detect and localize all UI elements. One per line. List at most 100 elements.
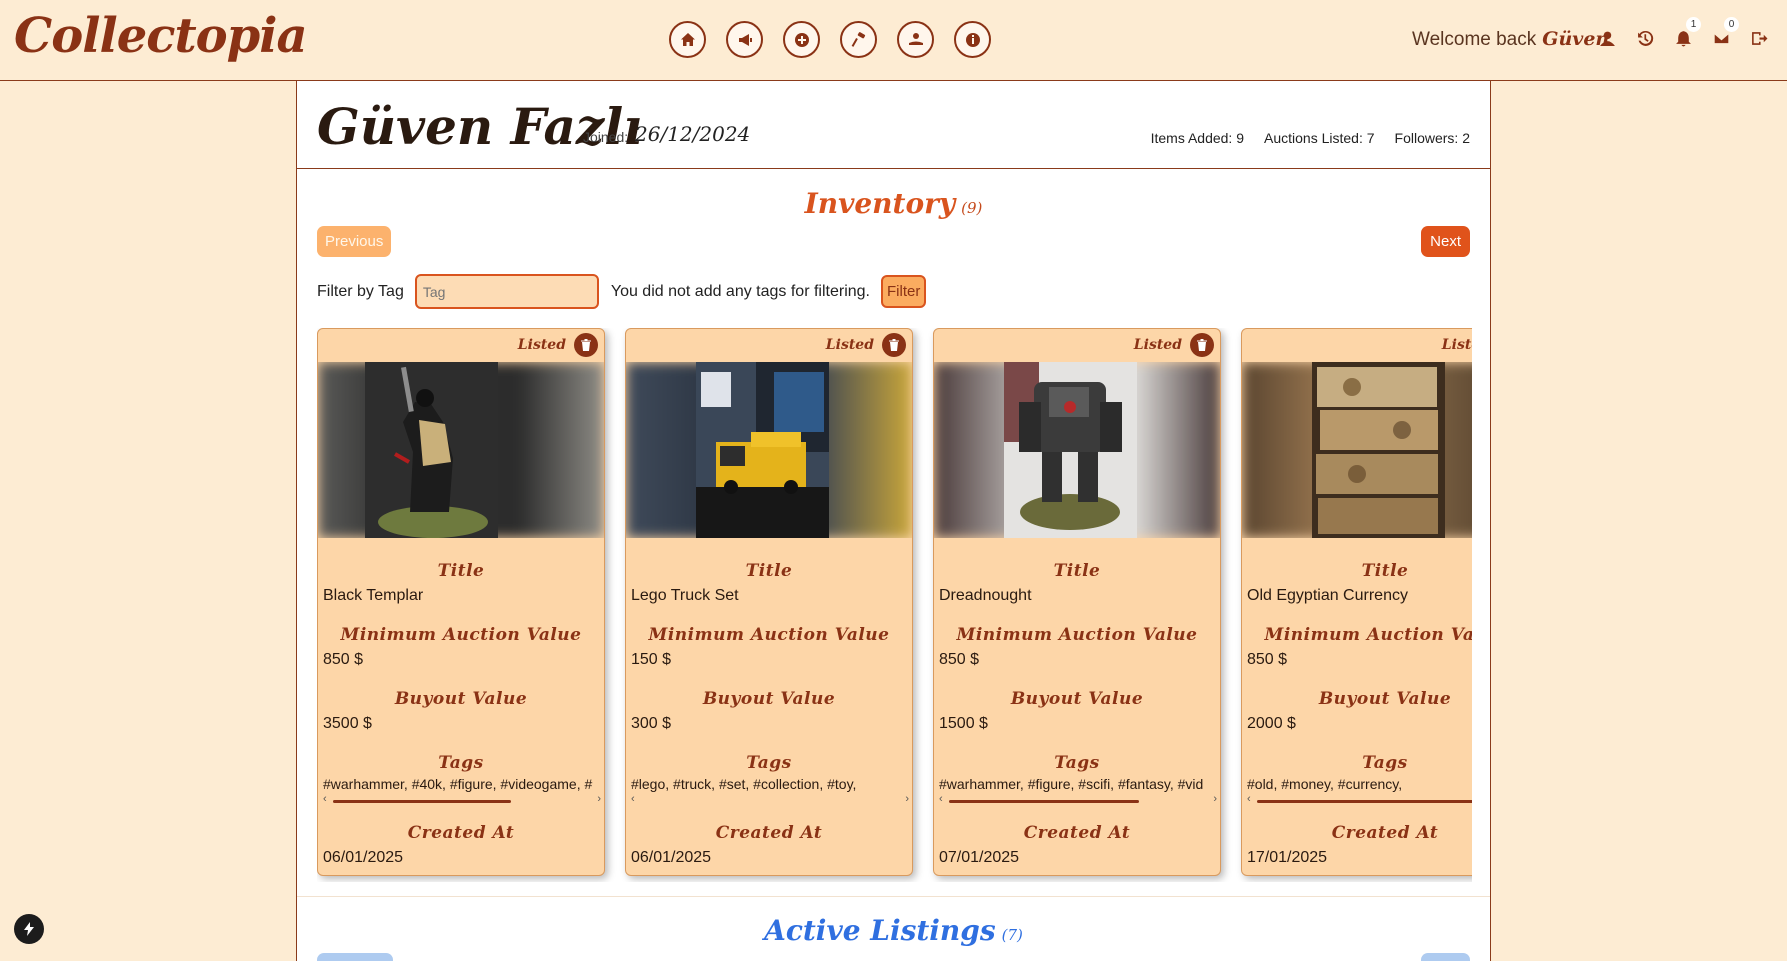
item-photo <box>365 362 498 538</box>
item-image[interactable] <box>934 362 1220 538</box>
auction-gavel-icon <box>851 31 865 47</box>
inventory-cards: Listed Title Black Templar Minimum Aucti… <box>317 328 1472 882</box>
delete-item-button[interactable] <box>882 333 906 357</box>
joined-date: 26/12/2024 <box>635 122 751 146</box>
bell-icon <box>1676 30 1691 46</box>
main-nav <box>669 21 991 58</box>
item-title: Lego Truck Set <box>631 587 739 604</box>
inventory-card[interactable]: Listed Title Lego Truck Set Minimum Auct… <box>625 328 913 876</box>
items-added-stat: Items Added: 9 <box>1150 130 1245 146</box>
nav-info-button[interactable] <box>954 21 991 58</box>
notifications-badge: 1 <box>1686 17 1701 32</box>
item-tags: #lego, #truck, #set, #collection, #toy, <box>631 776 857 792</box>
item-photo <box>1004 362 1137 538</box>
welcome-message: Welcome back Güven <box>1412 28 1609 51</box>
nav-home-button[interactable] <box>669 21 706 58</box>
inventory-card[interactable]: Listed Title Dreadnought Minimum Auction… <box>933 328 1221 876</box>
next-button[interactable]: Next <box>1421 226 1470 257</box>
previous-button[interactable]: Previous <box>317 226 392 257</box>
inventory-count: (9) <box>961 199 983 217</box>
created-value: 17/01/2025 <box>1247 849 1328 866</box>
nav-announcements-button[interactable] <box>726 21 763 58</box>
buyout-value: 2000 $ <box>1247 715 1296 732</box>
active-listings-heading: Active Listings (7) <box>297 914 1490 947</box>
item-title: Black Templar <box>323 587 424 604</box>
messages-button[interactable]: 0 <box>1712 17 1739 48</box>
tags-scrollbar[interactable]: ‹ › <box>323 793 601 806</box>
tags-scrollbar[interactable]: ‹ › <box>939 793 1217 806</box>
history-button[interactable] <box>1636 28 1655 48</box>
app-logo[interactable]: Collectopia <box>14 8 308 64</box>
title-label: Title <box>1361 561 1409 581</box>
notifications-button[interactable]: 1 <box>1674 17 1701 48</box>
delete-item-button[interactable] <box>574 333 598 357</box>
tags-label: Tags <box>1362 753 1408 773</box>
listed-status: Listed <box>1441 337 1472 353</box>
active-listings-next-button[interactable] <box>1421 953 1470 961</box>
joined-label: Joined: <box>583 129 629 145</box>
welcome-text: Welcome back <box>1412 29 1537 50</box>
scroll-right-arrow[interactable]: › <box>1213 793 1217 805</box>
tags-scrollbar[interactable]: ‹ <box>1247 793 1472 806</box>
buyout-label: Buyout Value <box>702 689 836 709</box>
scrollbar-thumb[interactable] <box>1257 800 1472 803</box>
plus-circle-icon <box>794 32 809 47</box>
created-label: Created At <box>715 823 823 843</box>
card-header: Listed <box>1442 333 1472 357</box>
inventory-card[interactable]: Listed Title Old Egyptian Currency Mi <box>1241 328 1472 876</box>
trash-icon <box>1197 339 1207 351</box>
logout-button[interactable] <box>1750 28 1769 48</box>
followers-stat[interactable]: Followers: 2 <box>1395 130 1470 146</box>
created-value: 07/01/2025 <box>939 849 1020 866</box>
filter-message: You did not add any tags for filtering. <box>610 282 870 300</box>
min-auction-value: 850 $ <box>1247 651 1288 668</box>
nav-auctions-button[interactable] <box>840 21 877 58</box>
inventory-heading: Inventory (9) <box>297 187 1490 220</box>
listed-status: Listed <box>825 337 874 353</box>
min-auction-label: Minimum Auction Value <box>956 625 1198 645</box>
created-label: Created At <box>1023 823 1131 843</box>
min-auction-label: Minimum Auction Value <box>648 625 890 645</box>
card-header: Listed <box>518 333 598 357</box>
scroll-left-arrow[interactable]: ‹ <box>631 793 635 805</box>
buyout-label: Buyout Value <box>1010 689 1144 709</box>
item-photo <box>696 362 829 538</box>
auctions-listed-stat: Auctions Listed: 7 <box>1264 130 1375 146</box>
scroll-left-arrow[interactable]: ‹ <box>1247 793 1251 805</box>
filter-label: Filter by Tag <box>317 282 404 300</box>
nav-offers-button[interactable] <box>897 21 934 58</box>
listed-status: Listed <box>517 337 566 353</box>
item-image[interactable] <box>1242 362 1472 538</box>
scrollbar-thumb[interactable] <box>949 800 1139 803</box>
title-label: Title <box>1053 561 1101 581</box>
item-image[interactable] <box>318 362 604 538</box>
trash-icon <box>581 339 591 351</box>
inventory-title: Inventory <box>804 187 956 220</box>
trash-icon <box>889 339 899 351</box>
scroll-left-arrow[interactable]: ‹ <box>939 793 943 805</box>
item-image[interactable] <box>626 362 912 538</box>
tag-filter-input[interactable] <box>414 274 599 309</box>
scrollbar-thumb[interactable] <box>333 800 511 803</box>
min-auction-label: Minimum Auction Value <box>1264 625 1472 645</box>
delete-item-button[interactable] <box>1190 333 1214 357</box>
listed-status: Listed <box>1133 337 1182 353</box>
profile-button[interactable] <box>1598 28 1617 48</box>
dev-tools-button[interactable] <box>14 914 44 944</box>
nav-add-item-button[interactable] <box>783 21 820 58</box>
item-title: Old Egyptian Currency <box>1247 587 1408 604</box>
inventory-card[interactable]: Listed Title Black Templar Minimum Aucti… <box>317 328 605 876</box>
scroll-left-arrow[interactable]: ‹ <box>323 793 327 805</box>
buyout-value: 1500 $ <box>939 715 988 732</box>
active-listings-previous-button[interactable] <box>317 953 393 961</box>
tags-scrollbar[interactable]: ‹ › <box>631 793 909 806</box>
min-auction-value: 850 $ <box>323 651 364 668</box>
item-tags: #warhammer, #figure, #scifi, #fantasy, #… <box>939 776 1204 792</box>
scroll-right-arrow[interactable]: › <box>905 793 909 805</box>
info-icon <box>965 32 980 47</box>
megaphone-icon <box>738 33 752 46</box>
scroll-right-arrow[interactable]: › <box>597 793 601 805</box>
home-icon <box>680 32 695 46</box>
tag-filter-row: Filter by Tag You did not add any tags f… <box>317 274 927 309</box>
filter-button[interactable]: Filter <box>881 275 927 308</box>
